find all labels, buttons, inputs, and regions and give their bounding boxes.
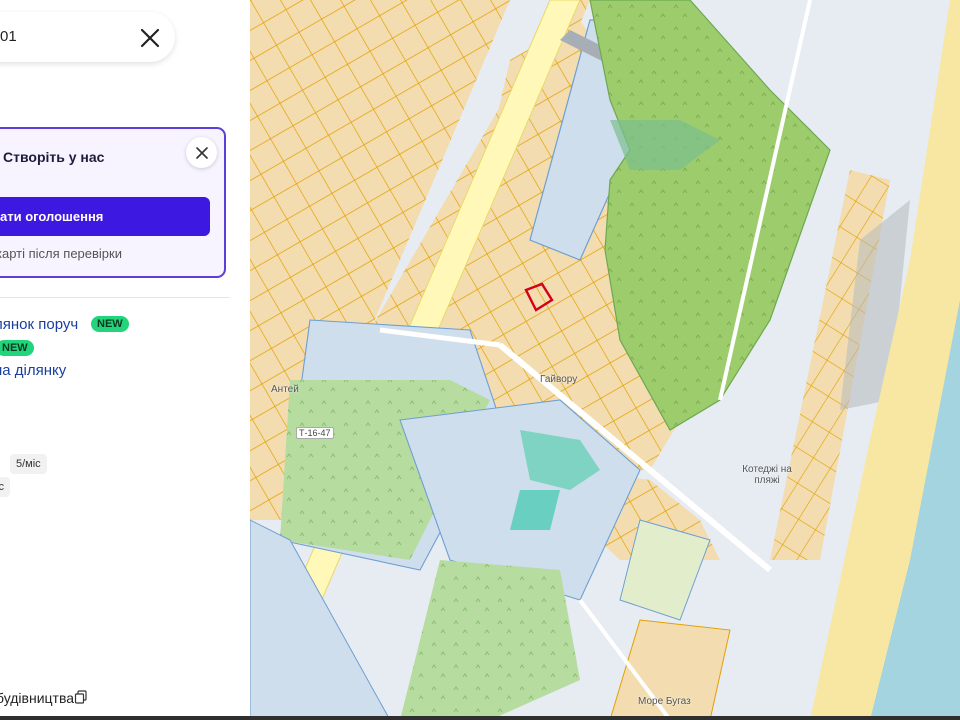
search-input[interactable]: 01 bbox=[0, 28, 17, 45]
close-icon bbox=[195, 146, 208, 159]
divider bbox=[0, 297, 230, 298]
price-chip: іс bbox=[0, 477, 10, 497]
map-canvas[interactable] bbox=[250, 0, 960, 720]
plot-nearby-link[interactable]: лянок поруч bbox=[0, 316, 78, 333]
map-label-gaivoron: Гайвору bbox=[540, 374, 578, 385]
road-label: Т-16-47 bbox=[296, 427, 334, 439]
price-chip: 5/міс bbox=[10, 454, 47, 474]
map-label-more: Море Бугаз bbox=[638, 696, 691, 707]
side-panel: 01 Створіть у нас ати оголошення на карт… bbox=[0, 0, 250, 720]
promo-title: Створіть у нас bbox=[3, 149, 105, 165]
map-label-cottages: Котеджі на пляжі bbox=[742, 464, 792, 486]
create-listing-button[interactable]: ати оголошення bbox=[0, 197, 210, 236]
map-label-antey: Антей bbox=[271, 384, 299, 395]
close-icon[interactable] bbox=[139, 27, 161, 49]
new-badge: NEW bbox=[91, 316, 129, 332]
bottom-bar bbox=[0, 716, 960, 720]
construction-label: будівництва bbox=[0, 690, 75, 706]
map-view[interactable]: Антей Т-16-47 Гайвору Котеджі на пляжі М… bbox=[250, 0, 960, 720]
copy-icon[interactable] bbox=[74, 690, 88, 704]
new-badge: NEW bbox=[0, 340, 34, 356]
promo-note: на карті після перевірки bbox=[0, 246, 122, 261]
promo-close-button[interactable] bbox=[186, 137, 217, 168]
plot-link[interactable]: на ділянку bbox=[0, 362, 66, 379]
